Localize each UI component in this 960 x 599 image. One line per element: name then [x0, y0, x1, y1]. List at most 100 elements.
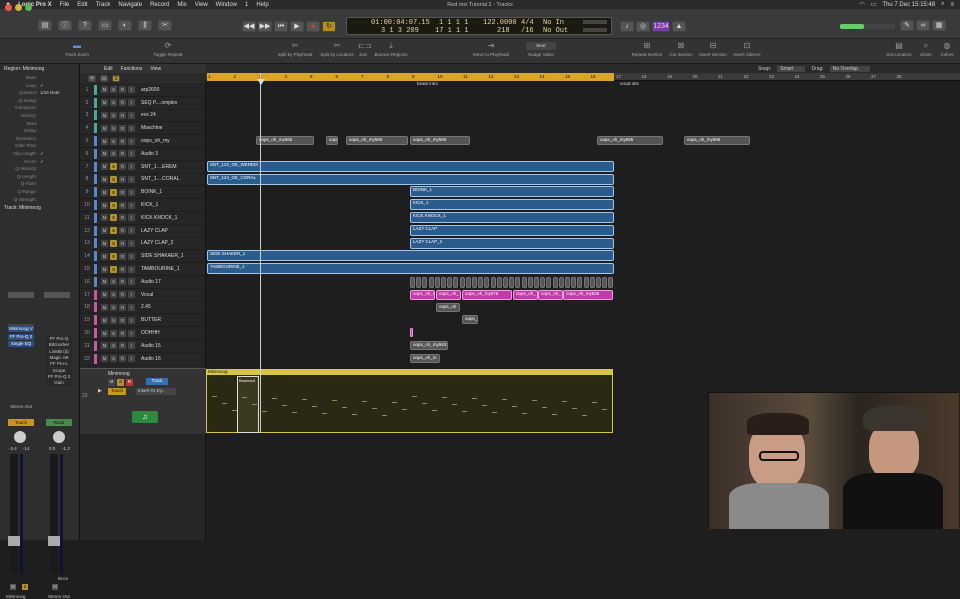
track-row[interactable]: 9 M S R I BOINK_1 — [80, 186, 206, 200]
midi-note[interactable] — [462, 411, 467, 412]
browser-icon[interactable]: ▦ — [932, 20, 946, 31]
region[interactable]: oops_oh_ — [538, 289, 563, 300]
midi-note[interactable] — [412, 396, 417, 397]
track-row[interactable]: 4 M S R I Maschine — [80, 122, 206, 136]
solo-button[interactable]: S — [110, 111, 117, 119]
list-icon[interactable]: ≡ — [950, 2, 954, 8]
marker-vocal-oks[interactable]: vocal oks — [620, 81, 639, 86]
record-button[interactable]: R — [119, 252, 126, 260]
plugin-slot[interactable]: Scope — [46, 367, 72, 374]
track-row[interactable]: 14 M S R I SIDE SHAKAER_1 — [80, 250, 206, 264]
record-button[interactable]: R — [119, 86, 126, 94]
record-icon[interactable]: ● — [306, 21, 320, 32]
midi-note[interactable] — [232, 410, 237, 411]
cycle-region[interactable] — [207, 73, 614, 81]
region[interactable]: oops_oh_my560 — [326, 136, 338, 146]
record-button[interactable]: R — [119, 342, 126, 350]
solo-button[interactable]: S — [22, 584, 28, 590]
input-monitor-button[interactable]: I — [128, 201, 135, 209]
track-button[interactable]: Track — [146, 378, 168, 385]
midi-note[interactable] — [322, 413, 327, 414]
region[interactable]: oops_oh_my626 — [563, 289, 613, 300]
automation-mode[interactable]: Touch — [8, 419, 34, 426]
record-button[interactable]: R — [119, 227, 126, 235]
record-button[interactable]: R — [119, 329, 126, 337]
automation-param[interactable]: Insert #1 Ey... — [136, 388, 176, 395]
track-name[interactable]: SNT_1....CORAL — [141, 176, 191, 182]
clock[interactable]: Thu 7 Dec 15:15:48 — [882, 2, 935, 8]
minimoog-region[interactable] — [206, 369, 613, 433]
midi-note[interactable] — [562, 401, 567, 402]
drag-menu[interactable]: No Overlap — [829, 65, 870, 72]
playhead-handle[interactable] — [257, 79, 265, 85]
region[interactable] — [441, 277, 446, 288]
record-button[interactable]: R — [119, 99, 126, 107]
track-name[interactable]: BUTTER — [141, 317, 191, 323]
region[interactable] — [565, 277, 570, 288]
go-to-start-icon[interactable]: ⏮ — [274, 21, 288, 32]
solo-button[interactable]: S — [110, 239, 117, 247]
midi-note[interactable] — [262, 411, 267, 412]
region[interactable] — [515, 277, 521, 288]
region[interactable] — [416, 277, 422, 288]
track-name[interactable]: Vocal — [141, 292, 191, 298]
region[interactable] — [503, 277, 508, 288]
track-name[interactable]: TAMBOURINE_1 — [141, 266, 191, 272]
minimoog-region-header[interactable]: Minimoog — [206, 369, 613, 375]
midi-note[interactable] — [482, 405, 487, 406]
midi-note[interactable] — [282, 405, 287, 406]
midi-note[interactable] — [212, 396, 217, 397]
midi-note[interactable] — [532, 400, 537, 401]
menu-edit[interactable]: Edit — [77, 2, 87, 8]
editors-icon[interactable]: ✂ — [158, 20, 172, 31]
midi-note[interactable] — [442, 397, 447, 398]
region[interactable]: KICK_1 — [410, 199, 614, 211]
solo-button[interactable]: S — [110, 329, 117, 337]
menu-record[interactable]: Record — [150, 2, 169, 8]
inspector-value[interactable]: 1/16 Note — [40, 90, 60, 95]
record-button[interactable]: R — [119, 278, 126, 286]
midi-note[interactable] — [312, 406, 317, 407]
track-row[interactable]: 11 M S R I KICK KNOCK_1 — [80, 212, 206, 225]
loops-icon[interactable]: ∞ — [916, 20, 930, 31]
insert-silence-tool[interactable]: ⊡ Insert Silence — [722, 42, 772, 58]
solo-mode-icon[interactable]: ◎ — [636, 21, 650, 32]
track-name[interactable]: Audio 16 — [141, 356, 191, 362]
region[interactable] — [577, 277, 583, 288]
mute-button[interactable]: M — [101, 99, 108, 107]
region[interactable] — [459, 277, 465, 288]
track-name[interactable]: evs 24 — [141, 112, 191, 118]
add-track-icon[interactable]: + — [88, 74, 96, 82]
region[interactable] — [453, 277, 459, 288]
input-monitor-button[interactable]: I — [128, 188, 135, 196]
solo-button[interactable]: S — [110, 265, 117, 273]
midi-note[interactable] — [242, 397, 247, 398]
nudge-tool[interactable]: Beat Nudge Value — [516, 42, 566, 57]
close-icon[interactable] — [5, 4, 12, 11]
mute-button[interactable]: M — [108, 379, 115, 386]
region[interactable] — [546, 277, 552, 288]
mute-button[interactable]: M — [101, 291, 108, 299]
track-name[interactable]: 2.45 — [141, 304, 191, 310]
track-row[interactable]: 22 M S R I Audio 16 — [80, 353, 206, 366]
view-menu[interactable]: View — [150, 66, 161, 72]
midi-note[interactable] — [252, 404, 257, 405]
region[interactable]: BOINK_1 — [410, 186, 614, 198]
region[interactable] — [534, 277, 539, 288]
record-button[interactable]: R — [119, 303, 126, 311]
region[interactable] — [434, 277, 440, 288]
region[interactable] — [490, 277, 496, 288]
menu-view[interactable]: View — [195, 2, 208, 8]
track-row[interactable]: 18 M S R I 2.45 — [80, 302, 206, 315]
region[interactable]: oops_oh_my576 — [462, 289, 512, 300]
plugin-slot[interactable]: Magic AB — [46, 354, 72, 361]
track-row[interactable]: 5 M S R Ioops_oh_my — [80, 135, 206, 148]
mute-button[interactable]: M — [101, 239, 108, 247]
input-monitor-button[interactable]: I — [128, 150, 135, 158]
midi-note[interactable] — [392, 402, 397, 403]
track-name[interactable]: Audio 17 — [141, 279, 191, 285]
track-name[interactable]: SEQ P....omplex — [141, 100, 191, 106]
region[interactable]: oops_oh_my586 — [684, 136, 750, 146]
mute-button[interactable]: M — [101, 175, 108, 183]
smart-controls-icon[interactable]: ◐ — [118, 20, 132, 31]
